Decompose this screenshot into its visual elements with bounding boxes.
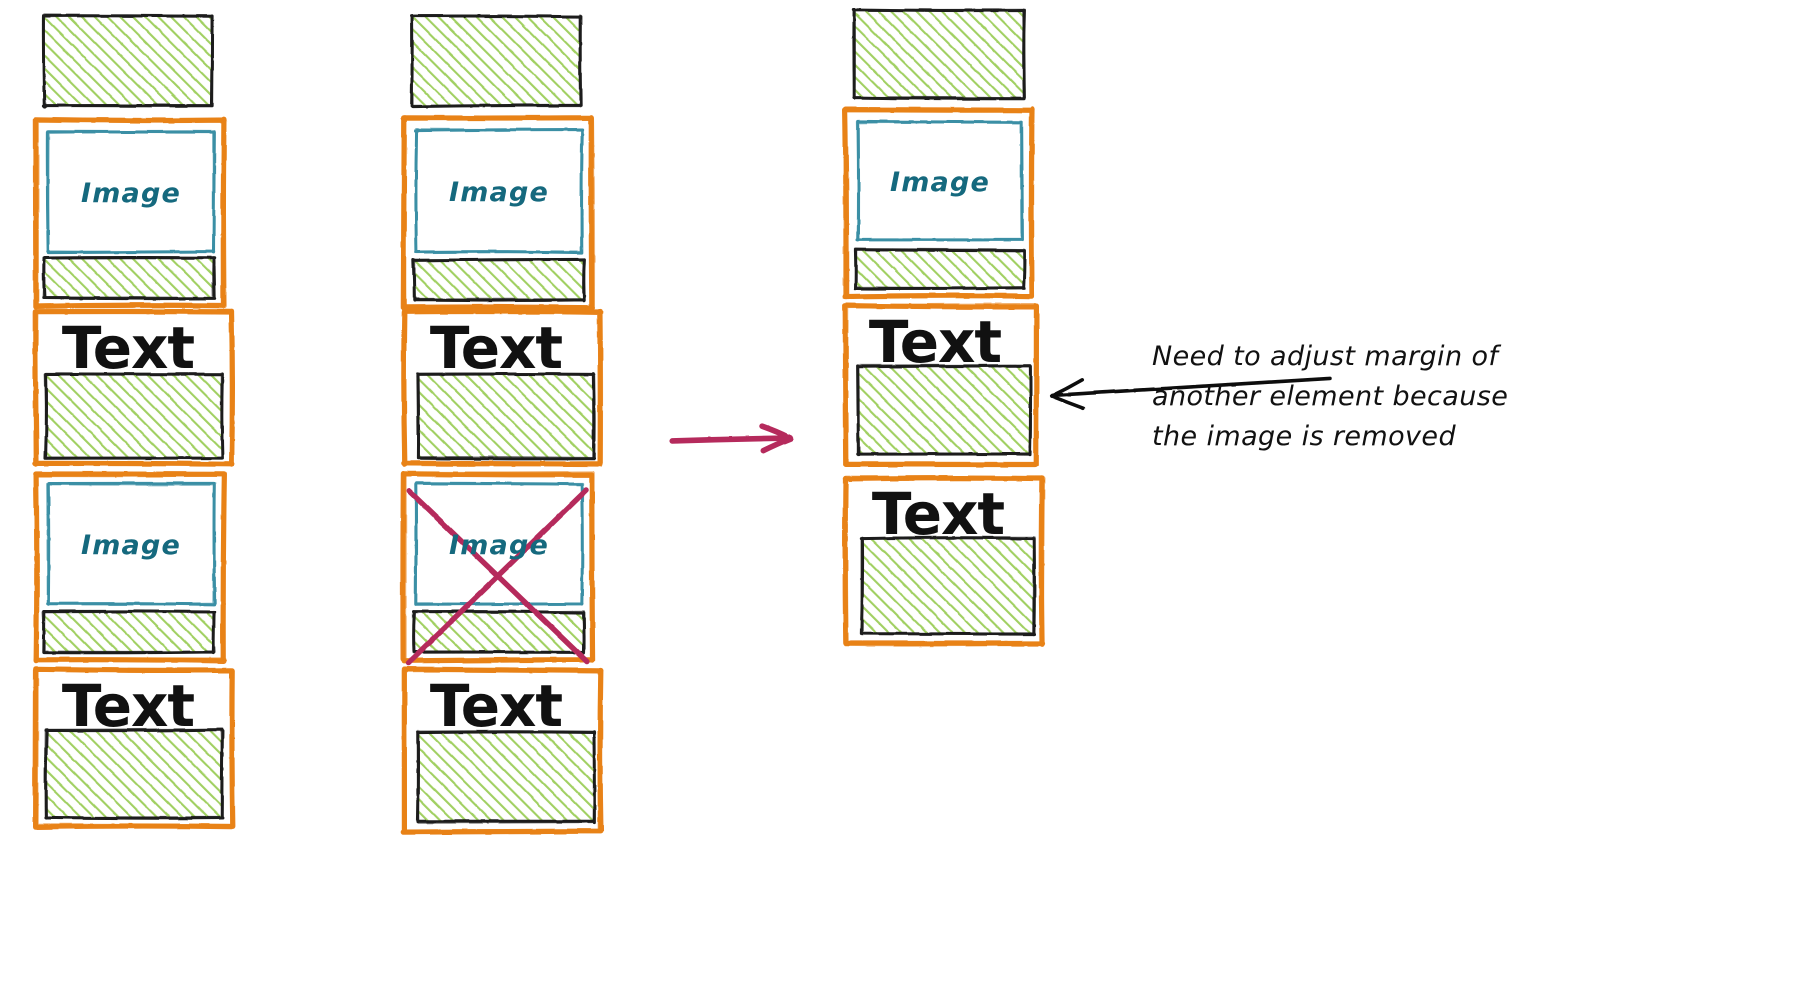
column-before-text-body-bar-4 [43,728,224,820]
column-before-green-block-0 [41,14,215,109]
column-marked-text-label-2: Text [430,314,563,382]
column-before-image-caption-bar-1 [41,256,217,301]
column-after-text-body-bar-3 [859,536,1037,636]
column-after-text-body-bar-2 [856,364,1033,457]
column-after-image-label-1: Image [890,167,990,198]
diagram-canvas: Image Text Image Text Image Text Image Text Imag… [0,0,1816,1006]
sketch-surface: Image Text Image Text Image Text Image Text Imag… [32,7,1508,835]
column-after-green-block-0 [851,7,1026,101]
annotation-line-2: the image is removed [1152,421,1456,452]
column-before-text-label-4: Text [62,672,195,740]
column-marked-text-body-bar-2 [416,372,596,461]
column-marked-text-body-bar-4 [416,730,596,825]
column-before-text-label-2: Text [62,314,195,382]
annotation-line-1: another element because [1152,381,1508,412]
column-before-text-body-bar-2 [43,372,224,460]
column-after-image-caption-bar-1 [853,248,1026,291]
column-marked-image-caption-bar-1 [411,257,586,303]
transition-arrow [669,423,794,454]
column-marked-image-label-1: Image [449,177,549,208]
annotation-line-0: Need to adjust margin of [1152,341,1501,372]
column-marked-green-block-0 [410,14,583,109]
column-marked-text-label-4: Text [430,672,563,740]
column-after-text-label-2: Text [869,308,1002,376]
column-marked-image-label-3: Image [449,530,549,561]
column-before-image-label-1: Image [81,178,181,209]
column-before-image-caption-bar-3 [42,609,217,655]
column-before-image-label-3: Image [81,530,181,561]
column-after-text-label-3: Text [872,480,1005,548]
